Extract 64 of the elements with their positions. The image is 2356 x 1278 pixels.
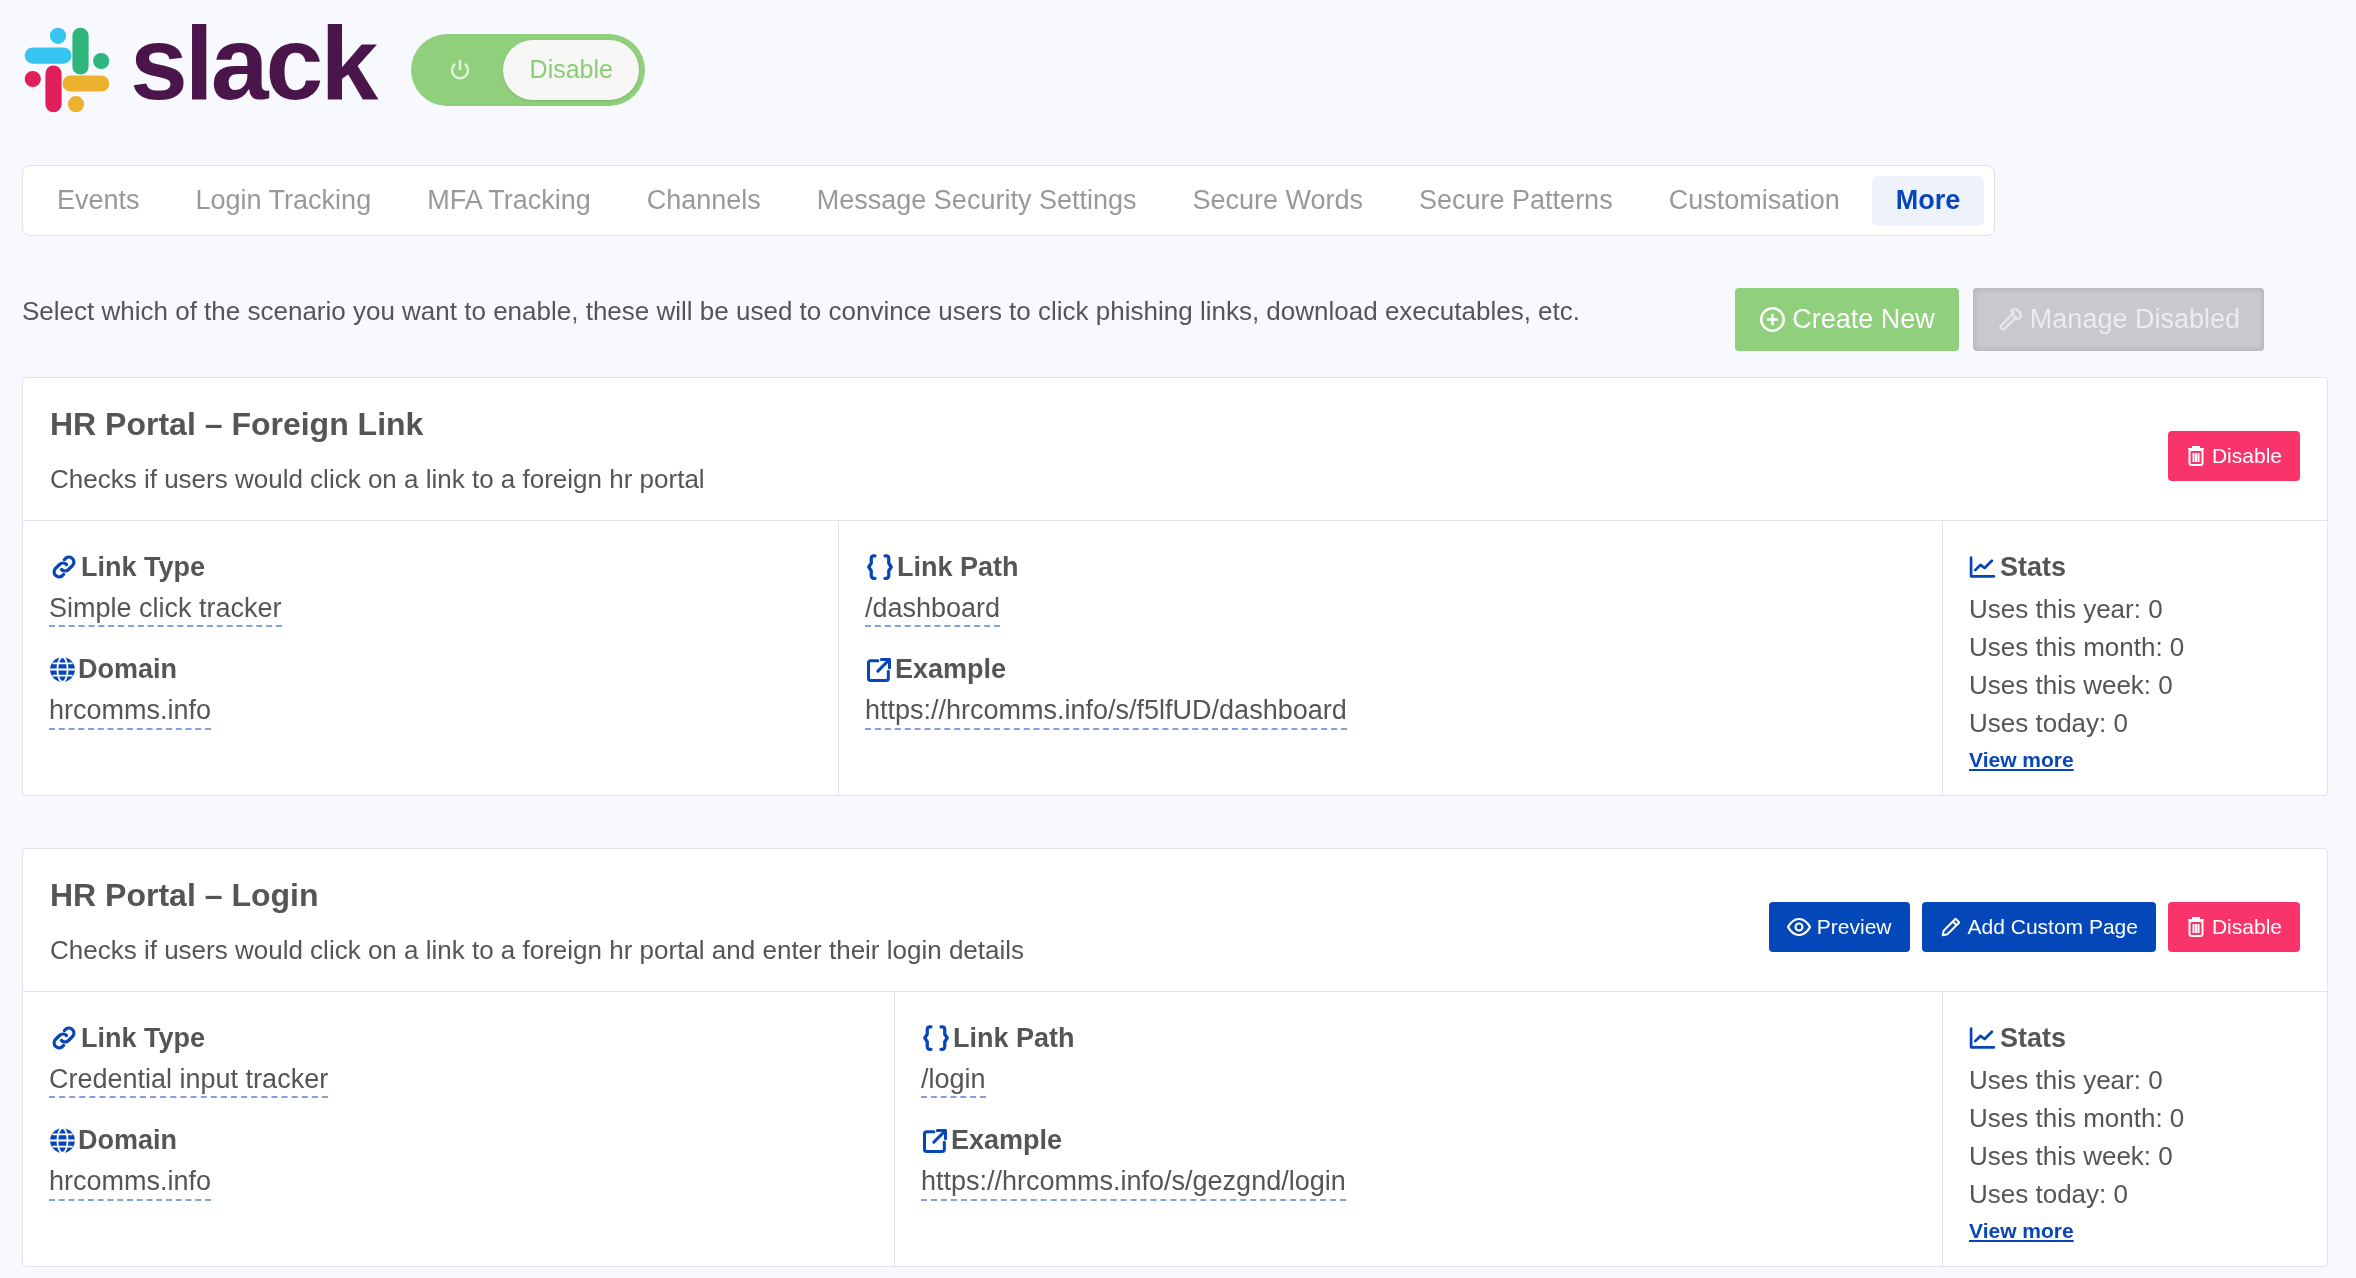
field-value: Simple click tracker [49,591,282,628]
eye-icon [1786,917,1811,937]
field-value: /login [921,1062,986,1099]
external-link-icon [865,655,893,684]
disable-button[interactable]: Disable [2167,431,2300,481]
stats-line: Uses this year: 0 [1969,1063,2164,1097]
card-title: HR Portal – Foreign Link [50,404,425,444]
field-value: https://hrcomms.info/s/gezgnd/login [921,1164,1346,1201]
preview-button[interactable]: Preview [1768,902,1910,952]
field-label: Domain [78,1124,177,1158]
field-value: /dashboard [865,591,1001,628]
trash-icon [2185,916,2206,938]
external-link-icon [921,1126,949,1155]
stats-line: Uses today: 0 [1969,1177,2129,1211]
intro-text: Select which of the scenario you want to enable, these will be used to convince users to click phishing links, download executables, etc. [22,295,1581,328]
globe-icon [49,656,76,683]
power-toggle[interactable]: Disable [411,34,646,106]
stats-line: Uses this month: 0 [1969,1101,2186,1135]
nav-tab[interactable]: Message Security Settings [792,175,1161,226]
disable-button[interactable]: Disable [2167,902,2300,952]
field-value: hrcomms.info [49,1164,212,1201]
nav-tab[interactable]: More [1871,175,1985,226]
trash-icon [2185,445,2206,467]
view-more-link[interactable]: View more [1969,743,2074,775]
card-title: HR Portal – Login [50,875,320,915]
view-more-link[interactable]: View more [1969,1214,2074,1246]
stats-line: Uses this month: 0 [1969,630,2186,664]
stats-title: Stats [2000,1022,2067,1055]
stats-line: Uses this week: 0 [1969,668,2174,702]
nav-tab[interactable]: Login Tracking [171,175,396,226]
field-value: hrcomms.info [49,693,212,730]
logo-icon [22,25,112,115]
field-label: Example [951,1124,1063,1158]
field-label: Link Type [81,1022,206,1055]
create-button[interactable]: Create New [1735,288,1959,351]
nav-tab[interactable]: Secure Patterns [1395,175,1637,226]
field-label: Domain [78,653,177,687]
nav-tab[interactable]: Channels [622,175,785,226]
globe-icon [49,1127,76,1154]
field-label: Link Type [81,551,206,584]
braces-icon [865,552,895,583]
line-chart-icon [1969,1026,1996,1051]
nav-tab[interactable]: MFA Tracking [403,175,615,226]
stats-line: Uses today: 0 [1969,706,2129,740]
field-label: Link Path [897,551,1019,584]
stats-line: Uses this year: 0 [1969,592,2164,626]
field-value: Credential input tracker [49,1062,329,1099]
pencil-icon [1939,916,1962,938]
line-chart-icon [1969,555,1996,580]
brand-name: slack [130,11,376,115]
nav-tab[interactable]: Secure Words [1168,175,1388,226]
field-value: https://hrcomms.info/s/f5lfUD/dashboard [865,693,1347,730]
field-label: Link Path [953,1022,1075,1055]
custom-button[interactable]: Add Custom Page [1921,902,2156,952]
plus-circle-icon [1759,306,1787,333]
stats-line: Uses this week: 0 [1969,1139,2174,1173]
nav-tab[interactable]: Events [33,175,164,226]
card-description: Checks if users would click on a link to a foreign hr portal and enter their login details [50,933,1025,967]
nav-tab[interactable]: Customisation [1644,175,1864,226]
braces-icon [921,1023,951,1054]
wrench-icon [1996,306,2024,333]
card-description: Checks if users would click on a link to a foreign hr portal [50,462,705,496]
stats-title: Stats [2000,551,2067,584]
field-label: Example [895,653,1007,687]
